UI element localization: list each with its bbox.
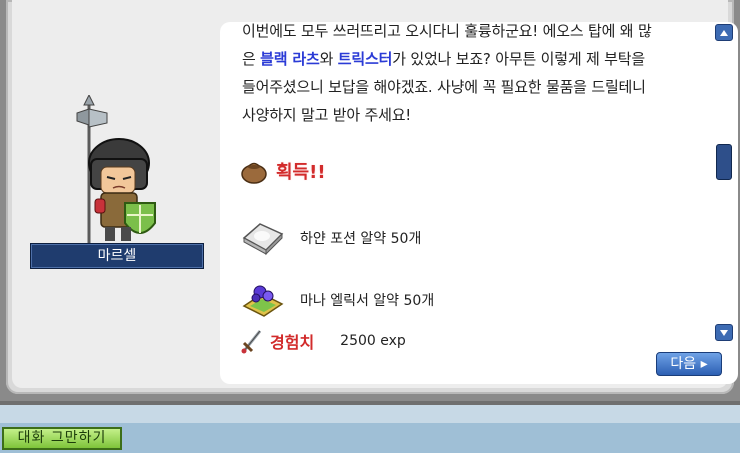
npc-dialog-window: 마르셀 이번에도 모두 쓰러뜨리고 오시다니 훌륭하군요! 에오스 탑에 왜 많… [0,0,740,401]
dialog-text-panel: 이번에도 모두 쓰러뜨리고 오시다니 훌륭하군요! 에오스 탑에 왜 많은 블랙… [220,22,738,384]
npc-sprite [76,95,156,243]
bag-icon [241,162,267,184]
chevron-up-icon [720,29,728,36]
dialog-text-segment: 은 [242,50,261,68]
reward-item: 하얀 포션 알약 50개 [240,220,421,256]
dialog-text: 이번에도 모두 쓰러뜨리고 오시다니 훌륭하군요! 에오스 탑에 왜 많은 블랙… [242,22,722,129]
dialog-line: 은 블랙 라츠와 트릭스터가 있었나 보죠? 아무튼 이렇게 제 부탁을 [242,45,722,73]
chevron-down-icon [720,329,728,336]
dialog-frame: 마르셀 이번에도 모두 쓰러뜨리고 오시다니 훌륭하군요! 에오스 탑에 왜 많… [12,0,738,388]
exp-reward: 경험치 2500 exp [240,327,406,355]
scroll-up-button[interactable] [715,24,733,41]
dialog-line: 들어주셨으니 보답을 해야겠죠. 사냥에 꼭 필요한 물품을 드릴테니 [242,73,722,101]
npc-portrait-area: 마르셀 [12,0,222,388]
dialog-text-segment: 와 [319,50,338,68]
dialog-text-segment: 가 있었나 보죠? 아무튼 이렇게 제 부탁을 [392,50,645,68]
next-button[interactable]: 다음 ▸ [656,352,722,376]
highlighted-name: 블랙 라츠 [260,50,320,68]
npc-name-plate: 마르셀 [30,243,204,269]
dialog-text-segment: 사양하지 말고 받아 주세요! [242,106,412,124]
reward-label: 하얀 포션 알약 50개 [300,231,422,247]
white-potion-icon [242,223,284,256]
dialog-scrollbar[interactable] [715,24,733,342]
sword-icon [241,330,262,354]
dialog-text-segment: 들어주셨으니 보답을 해야겠죠. 사냥에 꼭 필요한 물품을 드릴테니 [242,78,646,96]
highlighted-name: 트릭스터 [337,50,393,68]
reward-label: 마나 엘릭서 알약 50개 [300,293,435,309]
mana-elixir-icon [242,285,284,317]
reward-title: 획득!! [276,162,326,183]
exp-value: 2500 exp [340,333,406,349]
dialog-line: 이번에도 모두 쓰러뜨리고 오시다니 훌륭하군요! 에오스 탑에 왜 많 [242,22,722,45]
scroll-thumb[interactable] [716,144,732,180]
dialog-text-segment: 이번에도 모두 쓰러뜨리고 오시다니 훌륭하군요! 에오스 탑에 왜 많 [242,22,652,40]
reward-item: 마나 엘릭서 알약 50개 [240,280,434,320]
end-chat-button[interactable]: 대화 그만하기 [2,427,122,450]
exp-label: 경험치 [270,333,315,352]
reward-header: 획득!! [240,158,326,184]
scroll-down-button[interactable] [715,324,733,341]
bottom-bar-strip [0,405,740,423]
dialog-line: 사양하지 말고 받아 주세요! [242,101,722,129]
